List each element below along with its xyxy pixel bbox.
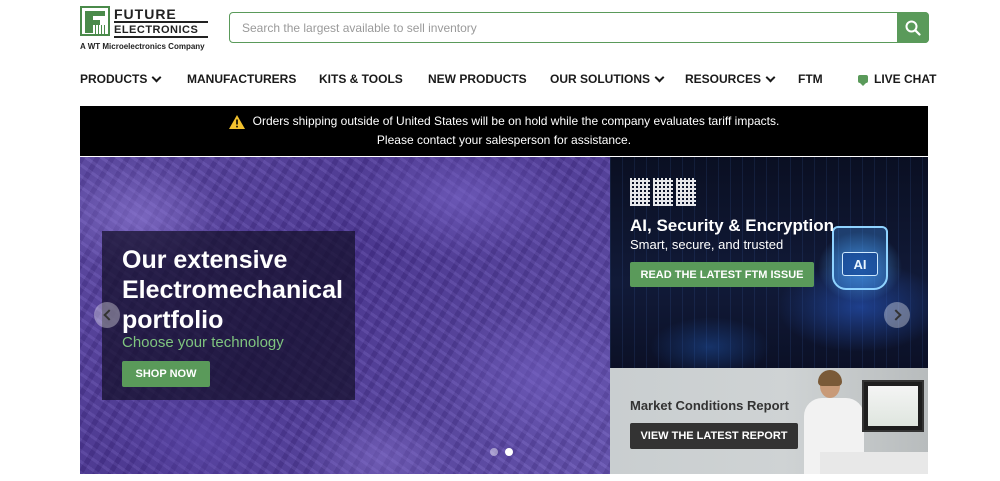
chevron-down-icon bbox=[654, 72, 665, 82]
ftm-subtitle: Smart, secure, and trusted bbox=[630, 237, 784, 252]
nav-ftm-label: FTM bbox=[798, 72, 823, 86]
nav-ftm[interactable]: FTM bbox=[798, 70, 823, 88]
nav-manufacturers-label: MANUFACTURERS bbox=[187, 72, 297, 86]
nav-our-solutions[interactable]: OUR SOLUTIONS bbox=[550, 70, 665, 88]
desk-graphic bbox=[820, 452, 928, 474]
alert-line-1: Orders shipping outside of United States… bbox=[252, 114, 780, 128]
carousel-dot-2[interactable] bbox=[505, 448, 513, 456]
chevron-down-icon bbox=[151, 72, 162, 82]
search-bar bbox=[229, 12, 929, 43]
nav-new-products[interactable]: NEW PRODUCTS bbox=[428, 70, 527, 88]
logo-text-line2: ELECTRONICS bbox=[114, 24, 199, 36]
logo-tagline: A WT Microelectronics Company bbox=[80, 42, 205, 51]
logo-text-line1: FUTURE bbox=[114, 6, 177, 22]
search-input[interactable] bbox=[230, 13, 898, 42]
nav-our-solutions-label: OUR SOLUTIONS bbox=[550, 72, 651, 86]
carousel-prev-button[interactable] bbox=[94, 302, 120, 328]
nav-resources-label: RESOURCES bbox=[685, 72, 762, 86]
search-button[interactable] bbox=[897, 12, 929, 43]
ftm-logo-icon bbox=[630, 178, 696, 206]
chevron-right-icon bbox=[889, 309, 902, 321]
monitor-graphic bbox=[862, 380, 924, 432]
carousel-dots bbox=[490, 448, 513, 456]
nav-resources[interactable]: RESOURCES bbox=[685, 70, 776, 88]
nav-kits-tools[interactable]: KITS & TOOLS bbox=[319, 70, 403, 88]
alert-line-2: Please contact your salesperson for assi… bbox=[376, 133, 632, 147]
shop-now-button[interactable]: SHOP NOW bbox=[122, 361, 210, 387]
nav-products[interactable]: PRODUCTS bbox=[80, 70, 162, 88]
market-report-title: Market Conditions Report bbox=[630, 398, 789, 413]
carousel-next-button[interactable] bbox=[884, 302, 910, 328]
hero-subtitle: Choose your technology bbox=[122, 334, 284, 351]
nav-live-chat-label: LIVE CHAT bbox=[874, 72, 937, 86]
carousel-dot-1[interactable] bbox=[490, 448, 498, 456]
hero-title: Our extensive Electromechanical portfoli… bbox=[122, 246, 343, 334]
view-latest-report-button[interactable]: VIEW THE LATEST REPORT bbox=[630, 423, 798, 449]
nav-live-chat[interactable]: LIVE CHAT bbox=[858, 70, 936, 88]
future-electronics-logo[interactable]: FUTURE ELECTRONICS A WT Microelectronics… bbox=[80, 6, 210, 52]
chevron-down-icon bbox=[765, 72, 776, 82]
warning-icon bbox=[228, 114, 245, 129]
chat-icon bbox=[858, 75, 868, 86]
nav-kits-tools-label: KITS & TOOLS bbox=[319, 72, 403, 86]
nav-products-label: PRODUCTS bbox=[80, 72, 148, 86]
nav-manufacturers[interactable]: MANUFACTURERS bbox=[187, 70, 296, 88]
search-icon bbox=[905, 20, 921, 36]
tariff-alert-banner: Orders shipping outside of United States… bbox=[80, 106, 928, 156]
ftm-title: AI, Security & Encryption bbox=[630, 216, 835, 235]
logo-f-icon bbox=[80, 6, 110, 36]
nav-new-products-label: NEW PRODUCTS bbox=[428, 72, 527, 86]
read-ftm-issue-button[interactable]: READ THE LATEST FTM ISSUE bbox=[630, 262, 814, 287]
main-navigation: PRODUCTS MANUFACTURERS KITS & TOOLS NEW … bbox=[80, 70, 936, 88]
ai-chip-label: AI bbox=[842, 252, 878, 276]
chevron-left-icon bbox=[102, 309, 115, 321]
